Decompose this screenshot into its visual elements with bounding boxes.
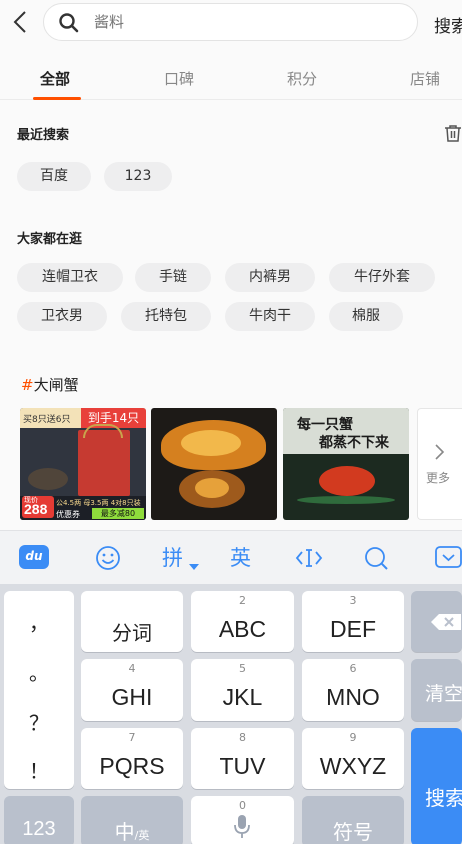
- gift-handle: [83, 424, 123, 438]
- product-card-1[interactable]: 买8只送6只 到手14只 现价 288 公4.5两 母3.5两 4对8只装 优惠…: [20, 408, 146, 520]
- popular-title: 大家都在逛: [17, 232, 83, 247]
- period-key[interactable]: 。: [4, 657, 74, 686]
- key-jkl[interactable]: 5 JKL: [191, 659, 294, 721]
- popular-chip[interactable]: 牛仔外套: [329, 263, 435, 292]
- tab-all[interactable]: 全部: [40, 68, 70, 89]
- recent-chip[interactable]: 123: [104, 162, 172, 191]
- topic-title[interactable]: #大闸蟹: [21, 374, 79, 395]
- search-icon: [58, 12, 80, 34]
- cursor-move-icon[interactable]: [295, 544, 323, 576]
- key-ghi[interactable]: 4 GHI: [81, 659, 183, 721]
- popular-chip[interactable]: 牛肉干: [225, 302, 315, 331]
- result-tabs: 全部 口碑 积分 店铺: [0, 56, 462, 100]
- popular-chip[interactable]: 内裤男: [225, 263, 315, 292]
- product-card-2[interactable]: [151, 408, 277, 520]
- more-label: 更多: [426, 471, 451, 485]
- active-tab-indicator: [33, 97, 81, 100]
- topic-hash: #: [21, 376, 34, 394]
- crab-image: [319, 466, 375, 496]
- crab-image: [28, 468, 68, 490]
- search-icon[interactable]: [362, 544, 390, 576]
- key-tuv[interactable]: 8 TUV: [191, 728, 294, 789]
- key-mno[interactable]: 6 MNO: [302, 659, 404, 721]
- popular-chip[interactable]: 手链: [135, 263, 211, 292]
- promo-badge: 买8只送6只: [23, 415, 71, 425]
- exclamation-key[interactable]: ！: [4, 755, 74, 784]
- popular-chip[interactable]: 棉服: [329, 302, 403, 331]
- price: 288: [24, 501, 48, 517]
- pinyin-mode[interactable]: 拼: [162, 542, 183, 572]
- collapse-keyboard-icon[interactable]: [435, 545, 462, 573]
- search-key[interactable]: 搜索: [411, 728, 462, 844]
- microphone-icon: [234, 815, 250, 838]
- keyboard-toolbar: du 拼 英: [0, 530, 462, 584]
- symbols-key[interactable]: 符号: [302, 796, 404, 844]
- crab-roe-highlight: [181, 430, 241, 456]
- tab-points[interactable]: 积分: [287, 68, 317, 89]
- chevron-right-icon: [432, 443, 446, 461]
- question-key[interactable]: ？: [4, 707, 74, 736]
- coupon-text: 最多减80: [92, 508, 144, 519]
- more-products-card[interactable]: 更多: [417, 408, 462, 520]
- backspace-icon: [431, 614, 461, 630]
- clear-key[interactable]: 清空: [411, 659, 462, 721]
- comma-key[interactable]: ，: [4, 607, 74, 636]
- lang-sub: /英: [134, 829, 150, 842]
- delete-key[interactable]: [411, 591, 462, 652]
- search-input[interactable]: [94, 12, 394, 32]
- number-mode-key[interactable]: 123: [4, 796, 74, 844]
- crab-plate: [297, 496, 395, 504]
- topic-name: 大闸蟹: [33, 376, 79, 394]
- language-switch-key[interactable]: 中/英: [81, 796, 183, 844]
- crab-roe: [195, 478, 229, 498]
- trash-icon[interactable]: [444, 124, 462, 142]
- product-card-3[interactable]: 每一只蟹 都蒸不下来: [283, 408, 409, 520]
- keyboard: ， 。 ？ ！ 分词 2 ABC 3 DEF 4 GHI 5 JKL 6 MNO…: [0, 584, 462, 844]
- space-key[interactable]: 0: [191, 796, 294, 844]
- emoji-icon[interactable]: [94, 544, 122, 576]
- back-arrow-icon[interactable]: [10, 9, 32, 35]
- coupon-label: 优惠券: [56, 510, 80, 519]
- lang-main: 中: [114, 820, 135, 844]
- product-detail: 公4.5两 母3.5两 4对8只装: [56, 499, 141, 507]
- top-bar: 搜索: [0, 0, 462, 46]
- english-mode[interactable]: 英: [230, 542, 251, 572]
- recent-chip[interactable]: 百度: [17, 162, 91, 191]
- key-segment[interactable]: 分词: [81, 591, 183, 652]
- banner-line-2: 都蒸不下来: [319, 435, 389, 451]
- popular-chip[interactable]: 托特包: [121, 302, 211, 331]
- du-logo-icon[interactable]: du: [19, 545, 49, 569]
- search-bar[interactable]: [43, 3, 418, 41]
- popular-chip[interactable]: 连帽卫衣: [17, 263, 123, 292]
- recent-search-title: 最近搜索: [17, 128, 70, 143]
- dropdown-arrow-icon: [189, 555, 199, 574]
- punctuation-column[interactable]: ， 。 ？ ！: [4, 591, 74, 789]
- key-abc[interactable]: 2 ABC: [191, 591, 294, 652]
- key-def[interactable]: 3 DEF: [302, 591, 404, 652]
- tab-reviews[interactable]: 口碑: [164, 68, 194, 89]
- key-wxyz[interactable]: 9 WXYZ: [302, 728, 404, 789]
- popular-chip[interactable]: 卫衣男: [17, 302, 107, 331]
- tab-stores[interactable]: 店铺: [410, 68, 440, 89]
- key-pqrs[interactable]: 7 PQRS: [81, 728, 183, 789]
- search-button[interactable]: 搜索: [434, 12, 462, 37]
- banner-line-1: 每一只蟹: [297, 417, 353, 433]
- gift-box: [78, 430, 130, 496]
